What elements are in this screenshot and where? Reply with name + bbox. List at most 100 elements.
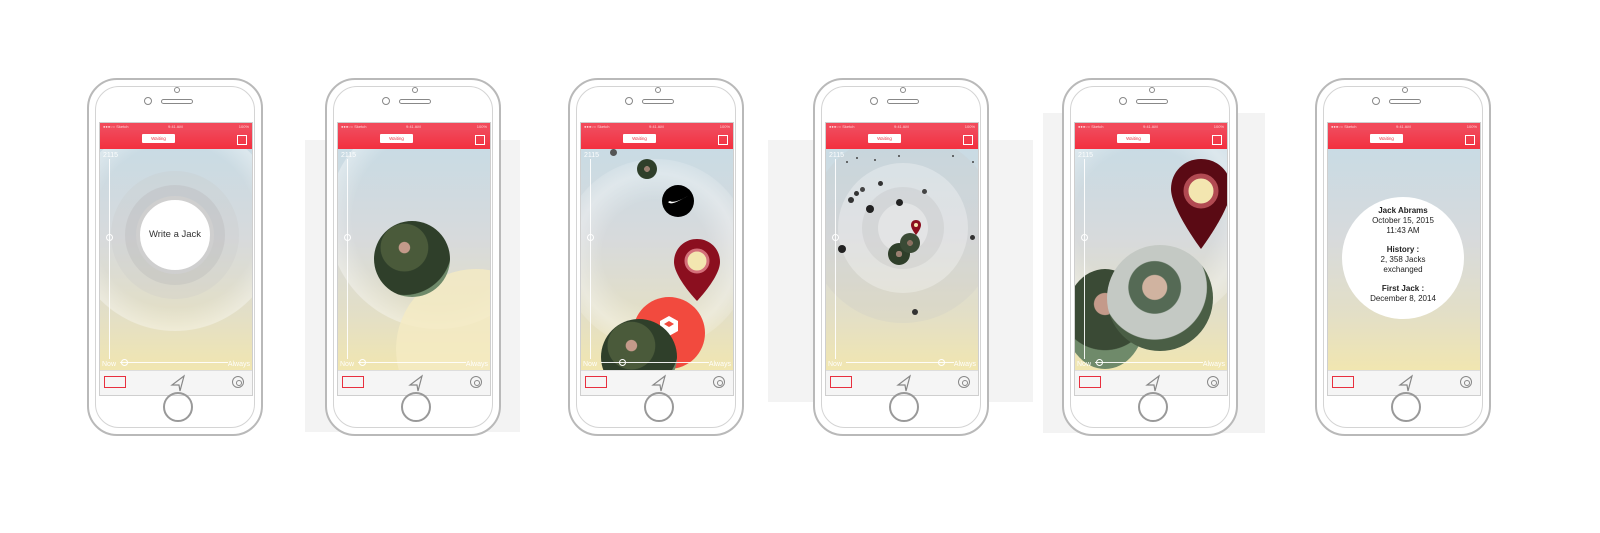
vertical-slider-knob[interactable] bbox=[344, 234, 351, 241]
camera bbox=[1372, 97, 1380, 105]
user-dot[interactable] bbox=[972, 161, 974, 163]
rectangle-tab-icon[interactable] bbox=[342, 376, 364, 388]
location-pin-icon[interactable] bbox=[910, 219, 922, 236]
home-button[interactable] bbox=[644, 392, 674, 422]
square-icon[interactable] bbox=[1465, 135, 1475, 145]
speaker bbox=[161, 99, 193, 104]
horizontal-slider-track[interactable] bbox=[120, 362, 228, 363]
always-label: Always bbox=[953, 361, 976, 368]
photo-circle-large[interactable] bbox=[1107, 245, 1213, 351]
user-dot[interactable] bbox=[952, 155, 954, 157]
home-button[interactable] bbox=[401, 392, 431, 422]
user-dot[interactable] bbox=[854, 191, 859, 196]
vertical-slider-knob[interactable] bbox=[1081, 234, 1088, 241]
target-icon[interactable] bbox=[1207, 376, 1219, 388]
speaker bbox=[1136, 99, 1168, 104]
vertical-slider-knob[interactable] bbox=[587, 234, 594, 241]
user-dot[interactable] bbox=[848, 197, 854, 203]
phone-4: ●●●○○ Sketch 9:41 AM 100% Waiting 2115 N… bbox=[813, 78, 989, 436]
status-pill[interactable]: Waiting bbox=[380, 134, 413, 143]
horizontal-slider-knob[interactable] bbox=[619, 359, 626, 366]
location-pin-icon[interactable] bbox=[672, 237, 722, 303]
square-icon[interactable] bbox=[718, 135, 728, 145]
sensor-dot bbox=[900, 87, 906, 93]
home-button[interactable] bbox=[889, 392, 919, 422]
status-pill[interactable]: Waiting bbox=[1370, 134, 1403, 143]
photo-circle[interactable] bbox=[374, 221, 450, 297]
phone-5: ●●●○○ Sketch 9:41 AM 100% Waiting 2115 N… bbox=[1062, 78, 1238, 436]
vertical-slider-track[interactable] bbox=[590, 159, 591, 359]
status-pill[interactable]: Waiting bbox=[623, 134, 656, 143]
square-icon[interactable] bbox=[237, 135, 247, 145]
status-pill[interactable]: Waiting bbox=[868, 134, 901, 143]
square-icon[interactable] bbox=[963, 135, 973, 145]
user-dot[interactable] bbox=[856, 157, 858, 159]
user-dot[interactable] bbox=[922, 189, 927, 194]
phone-6: ●●●○○ Sketch 9:41 AM 100% Waiting Jack A… bbox=[1315, 78, 1491, 436]
send-arrow-icon[interactable] bbox=[651, 374, 667, 392]
send-arrow-icon[interactable] bbox=[170, 374, 186, 392]
vertical-slider-track[interactable] bbox=[347, 159, 348, 359]
user-dot[interactable] bbox=[610, 149, 617, 156]
avatar-cluster-2[interactable] bbox=[900, 233, 920, 253]
rectangle-tab-icon[interactable] bbox=[104, 376, 126, 388]
status-pill[interactable]: Waiting bbox=[142, 134, 175, 143]
now-label: Now bbox=[583, 361, 598, 368]
user-dot[interactable] bbox=[838, 245, 846, 253]
user-dot[interactable] bbox=[970, 235, 975, 240]
vertical-slider-track[interactable] bbox=[1084, 159, 1085, 359]
target-icon[interactable] bbox=[232, 376, 244, 388]
target-icon[interactable] bbox=[1460, 376, 1472, 388]
nav-bar: Waiting bbox=[1328, 130, 1480, 149]
horizontal-slider-knob[interactable] bbox=[359, 359, 366, 366]
screen-brands: ●●●○○ Sketch 9:41 AM 100% Waiting 2115 N… bbox=[580, 122, 734, 396]
user-dot[interactable] bbox=[866, 205, 874, 213]
horizontal-slider-knob[interactable] bbox=[938, 359, 945, 366]
send-arrow-icon[interactable] bbox=[1145, 374, 1161, 392]
user-dot[interactable] bbox=[874, 159, 876, 161]
status-bar: ●●●○○ Sketch 9:41 AM 100% bbox=[1075, 123, 1227, 130]
home-button[interactable] bbox=[163, 392, 193, 422]
target-icon[interactable] bbox=[470, 376, 482, 388]
target-icon[interactable] bbox=[713, 376, 725, 388]
horizontal-slider-track[interactable] bbox=[1095, 362, 1203, 363]
radar-view: 2115 Now Always bbox=[1075, 149, 1227, 371]
status-pill[interactable]: Waiting bbox=[1117, 134, 1150, 143]
square-icon[interactable] bbox=[475, 135, 485, 145]
user-dot[interactable] bbox=[912, 309, 918, 315]
user-dot[interactable] bbox=[846, 161, 848, 163]
location-pin-icon[interactable] bbox=[1167, 157, 1227, 253]
phone-1: ●●●○○ Sketch 9:41 AM 100% Waiting Write … bbox=[87, 78, 263, 436]
send-arrow-icon[interactable] bbox=[1398, 374, 1414, 392]
vertical-slider-track[interactable] bbox=[109, 159, 110, 359]
user-dot[interactable] bbox=[860, 187, 865, 192]
horizontal-slider-knob[interactable] bbox=[121, 359, 128, 366]
status-bar: ●●●○○ Sketch 9:41 AM 100% bbox=[338, 123, 490, 130]
user-dot[interactable] bbox=[898, 155, 900, 157]
speaker bbox=[642, 99, 674, 104]
rectangle-tab-icon[interactable] bbox=[1079, 376, 1101, 388]
vertical-slider-track[interactable] bbox=[835, 159, 836, 359]
avatar-small[interactable] bbox=[637, 159, 657, 179]
rectangle-tab-icon[interactable] bbox=[830, 376, 852, 388]
user-dot[interactable] bbox=[896, 199, 903, 206]
horizontal-slider-track[interactable] bbox=[601, 362, 709, 363]
rectangle-tab-icon[interactable] bbox=[1332, 376, 1354, 388]
write-label: Write a Jack bbox=[148, 229, 202, 240]
vertical-slider-knob[interactable] bbox=[106, 234, 113, 241]
send-arrow-icon[interactable] bbox=[408, 374, 424, 392]
nike-swoosh-icon bbox=[668, 196, 688, 204]
always-label: Always bbox=[465, 361, 488, 368]
vertical-slider-knob[interactable] bbox=[832, 234, 839, 241]
nav-bar: Waiting bbox=[338, 130, 490, 149]
horizontal-slider-knob[interactable] bbox=[1096, 359, 1103, 366]
user-dot[interactable] bbox=[878, 181, 883, 186]
target-icon[interactable] bbox=[958, 376, 970, 388]
home-button[interactable] bbox=[1391, 392, 1421, 422]
square-icon[interactable] bbox=[1212, 135, 1222, 145]
send-arrow-icon[interactable] bbox=[896, 374, 912, 392]
phone-2: ●●●○○ Sketch 9:41 AM 100% Waiting 2115 N… bbox=[325, 78, 501, 436]
horizontal-slider-track[interactable] bbox=[358, 362, 466, 363]
rectangle-tab-icon[interactable] bbox=[585, 376, 607, 388]
home-button[interactable] bbox=[1138, 392, 1168, 422]
